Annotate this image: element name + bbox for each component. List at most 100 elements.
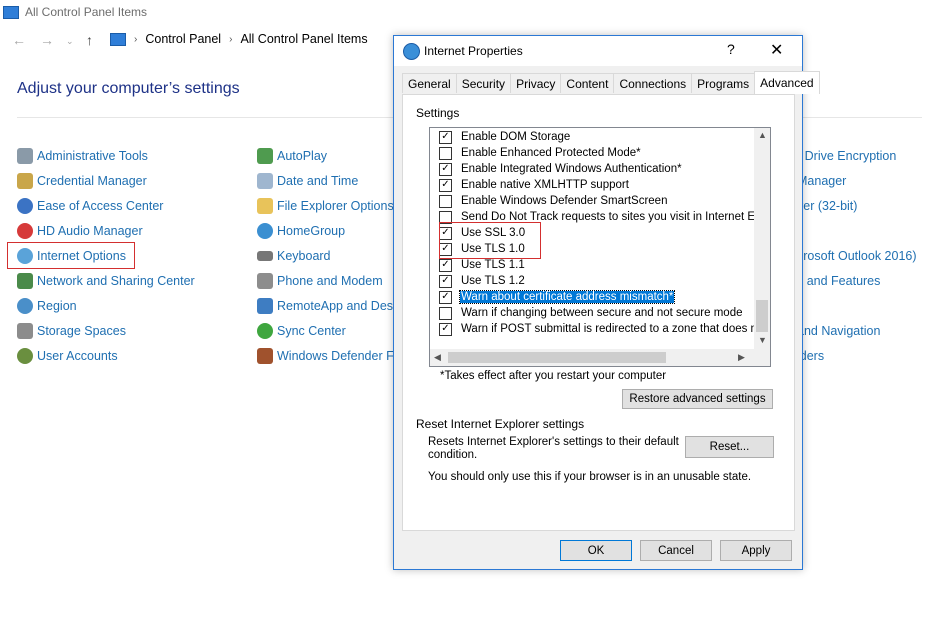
option-use-tls-1-1[interactable]: ✓ Use TLS 1.1 [439, 257, 526, 273]
apply-button[interactable]: Apply [720, 540, 792, 561]
item-taskbar-navigation[interactable]: and Navigation [797, 322, 880, 340]
scroll-down-icon[interactable]: ▼ [758, 335, 767, 345]
help-button[interactable]: ? [727, 41, 735, 57]
item-mail-outlook[interactable]: crosoft Outlook 2016) [797, 247, 917, 265]
option-enable-dom-storage[interactable]: ✓ Enable DOM Storage [439, 129, 571, 145]
item-hd-audio-manager[interactable]: HD Audio Manager [17, 222, 143, 240]
ssl-tls-highlight [439, 222, 541, 259]
breadcrumb-separator-icon[interactable]: › [134, 34, 137, 45]
credential-manager-icon [17, 173, 33, 189]
item-administrative-tools[interactable]: Administrative Tools [17, 147, 148, 165]
tab-connections[interactable]: Connections [613, 73, 693, 93]
item-bitlocker[interactable]: r Drive Encryption [797, 147, 896, 165]
keyboard-icon [257, 251, 273, 261]
vertical-scrollbar[interactable]: ▲ ▼ [754, 128, 770, 349]
tab-general[interactable]: General [402, 73, 457, 93]
item-date-and-time[interactable]: Date and Time [257, 172, 358, 190]
item-ease-of-access[interactable]: Ease of Access Center [17, 197, 163, 215]
tab-content[interactable]: Content [560, 73, 615, 93]
page-title: Adjust your computer’s settings [17, 80, 240, 97]
reset-description: Resets Internet Explorer's settings to t… [428, 436, 679, 461]
vertical-scroll-thumb[interactable] [756, 300, 768, 332]
scroll-up-icon[interactable]: ▲ [758, 130, 767, 140]
scroll-left-icon[interactable]: ◀ [434, 352, 441, 363]
item-flash-player[interactable]: yer (32-bit) [797, 197, 857, 215]
reset-button[interactable]: Reset... [685, 436, 774, 458]
item-sync-center[interactable]: Sync Center [257, 322, 346, 340]
network-sharing-icon [17, 273, 33, 289]
checkbox-icon[interactable]: ✓ [439, 290, 452, 304]
recent-dropdown-icon[interactable]: ⌄ [66, 36, 74, 47]
up-arrow-icon[interactable]: ↑ [86, 32, 93, 48]
firewall-icon [257, 348, 273, 364]
item-keyboard[interactable]: Keyboard [257, 247, 331, 265]
window-title-text: All Control Panel Items [25, 5, 148, 19]
breadcrumb-all-items[interactable]: All Control Panel Items [240, 32, 367, 46]
checkbox-icon[interactable]: ✓ [439, 130, 452, 144]
option-enhanced-protected-mode[interactable]: Enable Enhanced Protected Mode* [439, 145, 642, 161]
item-network-sharing-center[interactable]: Network and Sharing Center [17, 272, 195, 290]
option-post-redirect[interactable]: ✓ Warn if POST submittal is redirected to… [439, 321, 758, 337]
checkbox-icon[interactable]: ✓ [439, 322, 452, 336]
item-remoteapp[interactable]: RemoteApp and Deskt [257, 297, 403, 315]
region-globe-icon [17, 298, 33, 314]
horizontal-scroll-thumb[interactable] [448, 352, 666, 363]
checkbox-icon[interactable] [439, 146, 452, 160]
option-secure-mode-warning[interactable]: Warn if changing between secure and not … [439, 305, 744, 321]
control-panel-icon [110, 32, 126, 46]
option-use-tls-1-2[interactable]: ✓ Use TLS 1.2 [439, 273, 526, 289]
checkbox-icon[interactable] [439, 194, 452, 208]
checkbox-icon[interactable]: ✓ [439, 258, 452, 272]
forward-arrow-icon[interactable]: → [40, 32, 54, 48]
reset-warning: You should only use this if your browser… [428, 471, 752, 483]
dialog-titlebar: Internet Properties ? ✕ [394, 36, 802, 66]
internet-globe-icon [403, 43, 420, 60]
checkbox-icon[interactable] [439, 306, 452, 320]
restore-advanced-settings-button[interactable]: Restore advanced settings [622, 389, 773, 409]
option-native-xmlhttp[interactable]: ✓ Enable native XMLHTTP support [439, 177, 630, 193]
cancel-button[interactable]: Cancel [640, 540, 712, 561]
date-time-icon [257, 173, 273, 189]
option-smartscreen[interactable]: Enable Windows Defender SmartScreen [439, 193, 668, 209]
control-panel-icon [3, 5, 19, 19]
restart-note: *Takes effect after you restart your com… [440, 370, 667, 382]
item-storage-spaces[interactable]: Storage Spaces [17, 322, 126, 340]
item-region[interactable]: Region [17, 297, 77, 315]
item-homegroup[interactable]: HomeGroup [257, 222, 345, 240]
breadcrumb-separator-icon[interactable]: › [229, 34, 232, 45]
settings-label: Settings [416, 106, 460, 120]
item-device-manager[interactable]: Manager [797, 172, 846, 190]
tab-privacy[interactable]: Privacy [510, 73, 562, 93]
item-windows-defender-firewall[interactable]: Windows Defender Fir [257, 347, 401, 365]
horizontal-scrollbar[interactable]: ◀ ▶ [430, 349, 770, 366]
ok-button[interactable]: OK [560, 540, 632, 561]
storage-spaces-icon [17, 323, 33, 339]
tab-advanced[interactable]: Advanced [754, 71, 820, 94]
back-arrow-icon[interactable]: ← [12, 32, 26, 48]
close-button[interactable]: ✕ [770, 40, 783, 60]
remoteapp-icon [257, 298, 273, 314]
sync-center-icon [257, 323, 273, 339]
option-integrated-windows-auth[interactable]: ✓ Enable Integrated Windows Authenticatio… [439, 161, 683, 177]
scroll-right-icon[interactable]: ▶ [738, 352, 745, 363]
item-phone-and-modem[interactable]: Phone and Modem [257, 272, 383, 290]
checkbox-icon[interactable]: ✓ [439, 274, 452, 288]
option-cert-mismatch[interactable]: ✓ Warn about certificate address mismatch… [439, 289, 676, 305]
item-autoplay[interactable]: AutoPlay [257, 147, 327, 165]
item-user-accounts[interactable]: User Accounts [17, 347, 118, 365]
ease-of-access-icon [17, 198, 33, 214]
tab-programs[interactable]: Programs [691, 73, 756, 93]
checkbox-icon[interactable]: ✓ [439, 162, 452, 176]
user-accounts-icon [17, 348, 33, 364]
item-credential-manager[interactable]: Credential Manager [17, 172, 147, 190]
breadcrumb-control-panel[interactable]: Control Panel [145, 32, 221, 46]
dialog-title: Internet Properties [424, 44, 523, 58]
tab-security[interactable]: Security [455, 73, 512, 93]
folder-icon [257, 198, 273, 214]
autoplay-icon [257, 148, 273, 164]
item-file-explorer-options[interactable]: File Explorer Options [257, 197, 394, 215]
internet-properties-dialog: Internet Properties ? ✕ General Security… [393, 35, 820, 570]
checkbox-icon[interactable]: ✓ [439, 178, 452, 192]
item-programs-features[interactable]: s and Features [797, 272, 880, 290]
internet-options-highlight [7, 242, 135, 269]
